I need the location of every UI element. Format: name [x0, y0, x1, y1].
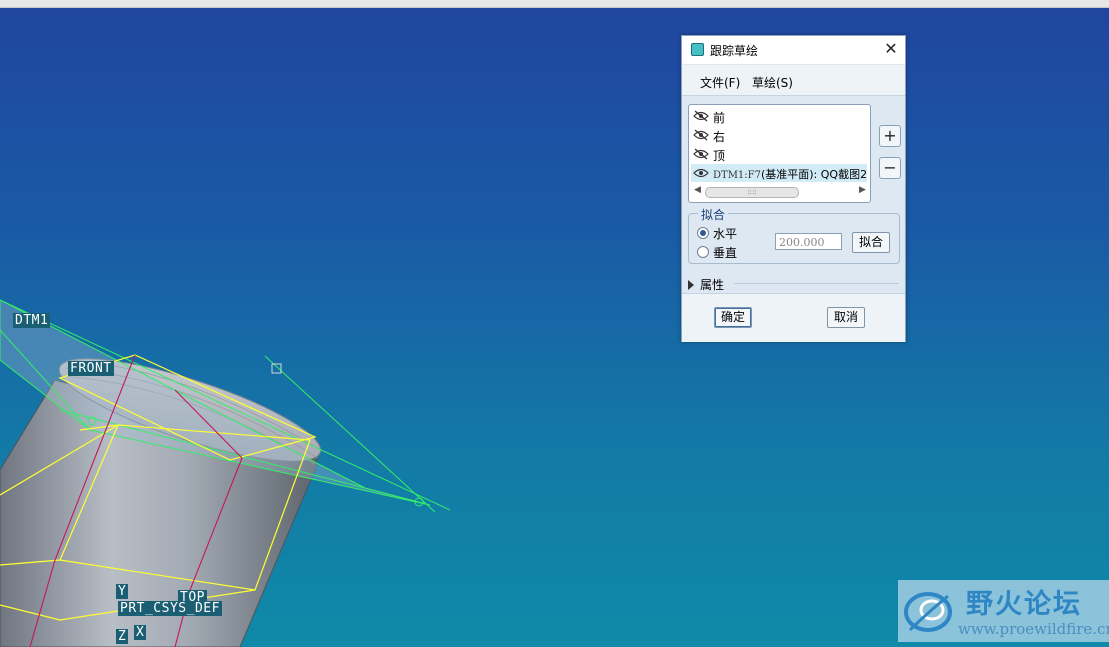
properties-expander[interactable]: 属性: [688, 276, 724, 293]
hidden-eye-icon[interactable]: [693, 110, 709, 122]
x-axis-label: X: [134, 625, 147, 640]
y-axis-label: Y: [116, 584, 129, 599]
scrollbar-thumb[interactable]: ::::: [705, 187, 799, 198]
list-item-label-prefix: DTM1:F7: [713, 170, 761, 181]
app-icon: [691, 43, 704, 56]
front-label[interactable]: FRONT: [68, 361, 114, 376]
top-window-edge: [0, 0, 1109, 8]
ok-button[interactable]: 确定: [714, 307, 752, 328]
list-item-label-suffix: 截图20: [838, 168, 867, 181]
dialog-menubar: 文件(F) 草绘(S): [682, 65, 905, 96]
list-item[interactable]: 前: [691, 107, 867, 125]
model-graphics: [0, 299, 451, 647]
list-item-label: 右: [713, 130, 726, 144]
dialog-footer: 确定 取消: [682, 293, 905, 342]
trace-sketch-dialog: 跟踪草绘 ✕ 文件(F) 草绘(S) 前 右 顶 DTM1:F7(基准平面): …: [681, 35, 906, 342]
add-image-button[interactable]: +: [879, 125, 901, 147]
list-item[interactable]: 右: [691, 126, 867, 144]
image-list[interactable]: 前 右 顶 DTM1:F7(基准平面): QQ截图20 ◀ :::: ▶: [688, 104, 871, 203]
list-item-label-mid: (基准平面): QQ: [760, 168, 839, 181]
dtm1-label[interactable]: DTM1: [13, 313, 51, 328]
flame-logo-icon: [904, 592, 952, 632]
list-item[interactable]: 顶: [691, 145, 867, 163]
hidden-eye-icon[interactable]: [693, 129, 709, 141]
hidden-eye-icon[interactable]: [693, 148, 709, 160]
remove-image-button[interactable]: −: [879, 157, 901, 179]
fit-group-label: 拟合: [698, 206, 729, 223]
scroll-left-icon[interactable]: ◀: [694, 185, 701, 195]
scroll-right-icon[interactable]: ▶: [859, 185, 866, 195]
fit-button[interactable]: 拟合: [852, 232, 890, 253]
watermark-title: 野火论坛: [966, 589, 1082, 620]
horizontal-radio-label: 水平: [713, 227, 738, 241]
dialog-title: 跟踪草绘: [710, 44, 759, 58]
menu-file[interactable]: 文件(F): [700, 74, 740, 91]
close-icon[interactable]: ✕: [881, 38, 901, 60]
menu-sketch[interactable]: 草绘(S): [752, 74, 793, 91]
prt-csys-def-label[interactable]: PRT_CSYS_DEF: [118, 601, 222, 616]
model-viewport[interactable]: DTM1 FRONT TOP Y PRT_CSYS_DEF Z X: [0, 8, 1109, 647]
horizontal-scrollbar[interactable]: ◀ :::: ▶: [691, 185, 867, 198]
list-item-label: DTM1:F7(基准平面): QQ截图20: [713, 166, 867, 182]
horizontal-radio[interactable]: [697, 227, 709, 239]
list-item-selected[interactable]: DTM1:F7(基准平面): QQ截图20: [691, 164, 867, 182]
properties-separator: [734, 283, 899, 284]
vertical-radio-label: 垂直: [713, 246, 738, 260]
vertical-radio[interactable]: [697, 246, 709, 258]
watermark-url: www.proewildfire.cn: [958, 620, 1109, 638]
expand-triangle-icon: [688, 280, 694, 290]
list-item-label: 前: [713, 111, 726, 125]
eye-icon[interactable]: [693, 167, 709, 179]
fit-value-field[interactable]: 200.000: [775, 233, 842, 250]
z-axis-label: Z: [116, 629, 129, 644]
properties-label: 属性: [700, 278, 725, 292]
list-item-label: 顶: [713, 149, 726, 163]
forum-watermark: 野火论坛 www.proewildfire.cn: [898, 580, 1109, 642]
dialog-titlebar[interactable]: 跟踪草绘 ✕: [682, 36, 905, 64]
cancel-button[interactable]: 取消: [827, 307, 865, 328]
